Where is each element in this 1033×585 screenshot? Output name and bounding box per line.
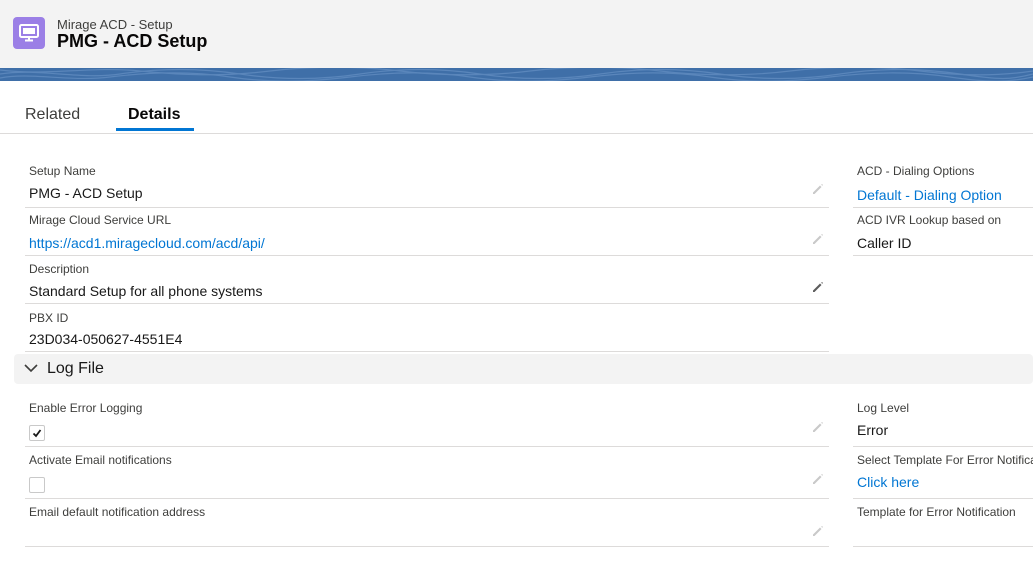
activate-email-label: Activate Email notifications — [29, 453, 172, 467]
ivr-lookup-label: ACD IVR Lookup based on — [857, 213, 1002, 227]
field-ivr-lookup: ACD IVR Lookup based on Caller ID — [853, 208, 1033, 256]
section-title: Log File — [47, 360, 104, 377]
tab-details[interactable]: Details — [128, 106, 180, 124]
pencil-icon[interactable] — [811, 182, 825, 196]
email-address-label: Email default notification address — [29, 505, 206, 519]
record-tabs: Related Details — [0, 82, 1033, 134]
activate-email-checkbox[interactable] — [29, 477, 45, 493]
record-header: Mirage ACD - Setup PMG - ACD Setup — [0, 0, 1033, 69]
setup-name-label: Setup Name — [29, 164, 96, 178]
log-level-label: Log Level — [857, 401, 910, 415]
pencil-icon[interactable] — [811, 472, 825, 486]
desktop-icon — [13, 17, 45, 49]
pencil-icon[interactable] — [811, 524, 825, 538]
service-url-label: Mirage Cloud Service URL — [29, 213, 172, 227]
record-title: PMG - ACD Setup — [57, 31, 208, 51]
chevron-down-icon[interactable] — [24, 363, 38, 373]
description-label: Description — [29, 262, 90, 276]
field-service-url: Mirage Cloud Service URL https://acd1.mi… — [25, 208, 829, 256]
field-email-address: Email default notification address — [25, 500, 829, 547]
log-level-value: Error — [857, 422, 889, 438]
field-description: Description Standard Setup for all phone… — [25, 256, 829, 304]
enable-error-logging-label: Enable Error Logging — [29, 401, 143, 415]
ivr-lookup-value: Caller ID — [857, 235, 912, 251]
dialing-options-link[interactable]: Default - Dialing Option — [857, 187, 1002, 203]
service-url-link[interactable]: https://acd1.miragecloud.com/acd/api/ — [29, 235, 265, 251]
description-value: Standard Setup for all phone systems — [29, 283, 263, 299]
field-log-level: Log Level Error — [853, 396, 1033, 447]
dialing-options-label: ACD - Dialing Options — [857, 164, 975, 178]
active-tab-indicator — [116, 128, 194, 131]
click-here-link[interactable]: Click here — [857, 474, 919, 490]
pencil-icon[interactable] — [811, 420, 825, 434]
pbx-id-value: 23D034-050627-4551E4 — [29, 331, 183, 347]
pencil-icon[interactable] — [811, 280, 825, 294]
checkmark-icon — [32, 429, 42, 438]
field-activate-email: Activate Email notifications — [25, 448, 829, 499]
setup-name-value: PMG - ACD Setup — [29, 185, 143, 201]
field-enable-error-logging: Enable Error Logging — [25, 396, 829, 447]
enable-error-logging-checkbox[interactable] — [29, 425, 45, 441]
field-setup-name: Setup Name PMG - ACD Setup — [25, 160, 829, 208]
field-select-template: Select Template For Error Notification C… — [853, 448, 1033, 499]
tab-related[interactable]: Related — [25, 106, 80, 124]
object-name: Mirage ACD - Setup — [57, 17, 173, 32]
select-template-label: Select Template For Error Notification — [857, 453, 1033, 467]
header-banner — [0, 68, 1033, 81]
field-template-error: Template for Error Notification — [853, 500, 1033, 547]
pbx-id-label: PBX ID — [29, 311, 69, 325]
field-pbx-id: PBX ID 23D034-050627-4551E4 — [25, 304, 829, 352]
section-log-file[interactable]: Log File — [14, 354, 1033, 384]
pencil-icon[interactable] — [811, 232, 825, 246]
template-error-label: Template for Error Notification — [857, 505, 1016, 519]
field-dialing-options: ACD - Dialing Options Default - Dialing … — [853, 160, 1033, 208]
